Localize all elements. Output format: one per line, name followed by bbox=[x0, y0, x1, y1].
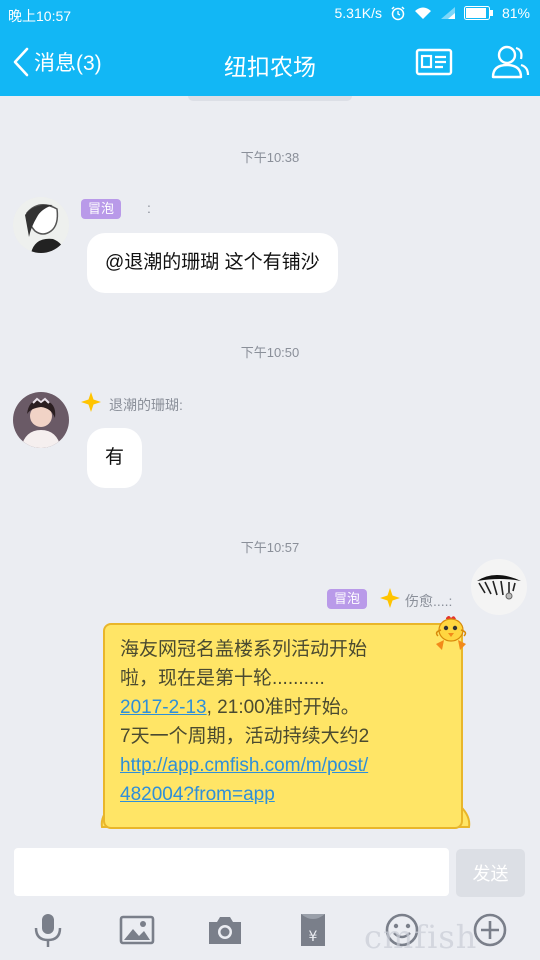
message-line: http://app.cmfish.com/m/post/ bbox=[120, 751, 449, 780]
avatar-illustration bbox=[13, 197, 69, 253]
avatar-photo bbox=[13, 392, 69, 448]
sender-name: : bbox=[147, 200, 151, 216]
alarm-icon bbox=[391, 6, 405, 21]
message-line: 7天一个周期，活动持续大约2 bbox=[120, 726, 370, 747]
status-bar: 晚上10:57 5.31K/s 81% bbox=[0, 0, 540, 28]
status-right-group: 5.31K/s 81% bbox=[334, 5, 530, 21]
timestamp: 下午10:57 bbox=[240, 540, 300, 555]
pull-tab bbox=[188, 96, 352, 101]
page-title: 纽扣农场 bbox=[224, 54, 316, 80]
image-icon[interactable] bbox=[117, 910, 157, 950]
bubble-tag-badge: 冒泡 bbox=[81, 199, 122, 219]
status-time: 晚上10:57 bbox=[8, 8, 72, 24]
message-line: 啦，现在是第十轮.......... bbox=[120, 668, 325, 689]
network-speed: 5.31K/s bbox=[334, 5, 382, 21]
title-bar: 消息(3) 纽扣农场 bbox=[0, 28, 540, 96]
sender-name: 伤愈....: bbox=[405, 593, 453, 609]
chick-sticker-icon bbox=[435, 616, 467, 650]
watermark: cmfish bbox=[364, 918, 478, 956]
battery-icon bbox=[463, 6, 493, 20]
avatar-photo bbox=[471, 559, 527, 615]
microphone-icon[interactable] bbox=[28, 910, 68, 950]
red-packet-icon[interactable]: ¥ bbox=[293, 910, 333, 950]
message-bubble[interactable]: @退潮的珊瑚 这个有铺沙 bbox=[87, 233, 338, 293]
send-button[interactable]: 发送 bbox=[456, 849, 525, 897]
avatar[interactable] bbox=[471, 559, 527, 615]
bubble-tag-badge: 冒泡 bbox=[327, 589, 368, 609]
message-line: 海友网冠名盖楼系列活动开始 bbox=[120, 639, 368, 660]
sender-name: 退潮的珊瑚: bbox=[109, 397, 183, 413]
date-link[interactable]: 2017-2-13 bbox=[120, 697, 207, 718]
battery-level: 81% bbox=[501, 5, 530, 21]
timestamp: 下午10:38 bbox=[240, 150, 300, 165]
star-icon bbox=[380, 588, 400, 608]
message-bubble-custom[interactable]: 海友网冠名盖楼系列活动开始 啦，现在是第十轮.......... 2017-2-… bbox=[103, 623, 463, 829]
wifi-icon bbox=[414, 7, 431, 19]
svg-text:¥: ¥ bbox=[309, 929, 318, 945]
url-link[interactable]: 482004?from=app bbox=[120, 784, 275, 805]
message-bubble[interactable]: 有 bbox=[87, 428, 143, 488]
timestamp: 下午10:50 bbox=[240, 345, 300, 360]
url-link[interactable]: http://app.cmfish.com/m/post/ bbox=[120, 755, 368, 776]
group-profile-icon[interactable] bbox=[414, 42, 454, 82]
star-icon bbox=[81, 392, 101, 412]
signal-icon bbox=[440, 7, 455, 19]
chat-area[interactable]: 下午10:38 冒泡 : @退潮的珊瑚 这个有铺沙 下午10:50 退潮的珊瑚:… bbox=[0, 96, 540, 836]
message-line: 482004?from=app bbox=[120, 780, 449, 809]
message-input[interactable] bbox=[14, 848, 449, 896]
camera-icon[interactable] bbox=[205, 910, 245, 950]
avatar[interactable] bbox=[13, 197, 69, 253]
message-line: 2017-2-13, 21:00准时开始。 bbox=[120, 693, 449, 722]
message-text: , 21:00准时开始。 bbox=[206, 697, 360, 718]
group-members-icon[interactable] bbox=[490, 42, 530, 82]
avatar[interactable] bbox=[13, 392, 69, 448]
